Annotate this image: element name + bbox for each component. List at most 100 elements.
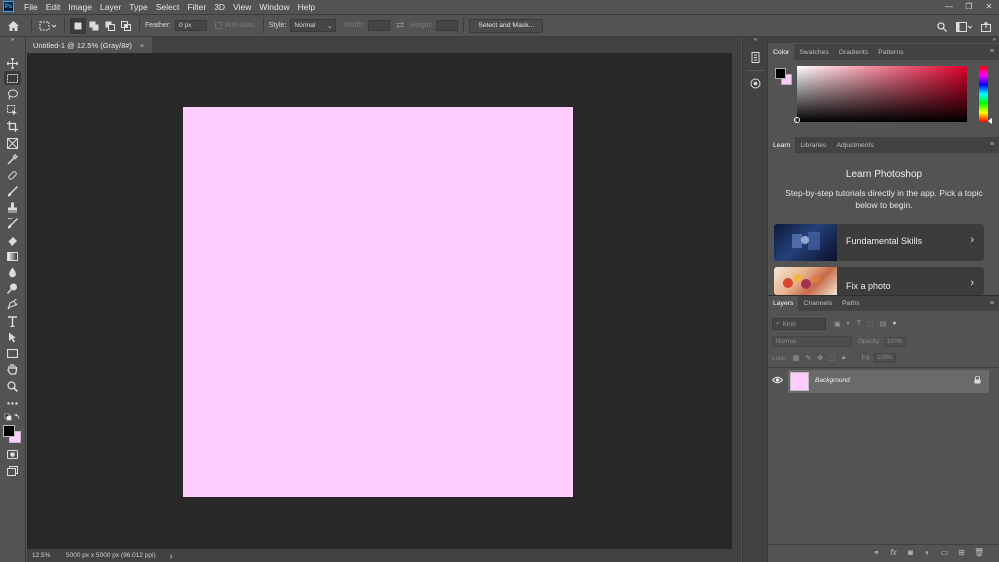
- filter-toggle-icon[interactable]: ●: [892, 320, 896, 328]
- subtract-selection-icon[interactable]: [102, 18, 118, 34]
- hue-slider-handle[interactable]: [988, 118, 992, 124]
- type-tool-icon[interactable]: [4, 314, 21, 328]
- filter-shape-icon[interactable]: ⬚: [867, 320, 874, 328]
- eyedropper-tool-icon[interactable]: [4, 152, 21, 166]
- hue-slider[interactable]: [979, 66, 992, 124]
- collapse-strip-icon[interactable]: «: [745, 37, 766, 43]
- menu-window[interactable]: Window: [255, 2, 293, 12]
- tab-channels[interactable]: Channels: [798, 296, 837, 312]
- layer-kind-filter[interactable]: ⌕ Kind: [772, 318, 826, 330]
- search-icon[interactable]: [935, 19, 949, 35]
- delete-layer-icon[interactable]: 🗑︎: [974, 548, 984, 557]
- feather-input[interactable]: 0 px: [175, 20, 208, 31]
- filter-type-icon[interactable]: T: [857, 320, 861, 328]
- style-select[interactable]: Normal ⌄: [290, 19, 337, 32]
- collapse-panels-icon[interactable]: »: [768, 37, 999, 43]
- foreground-color-swatch[interactable]: [3, 425, 15, 437]
- tab-gradients[interactable]: Gradients: [834, 44, 873, 60]
- default-colors-icon[interactable]: [4, 413, 21, 421]
- filter-adjustment-icon[interactable]: ◐: [847, 320, 851, 328]
- share-icon[interactable]: [979, 19, 993, 35]
- collapse-toolbar-icon[interactable]: »: [4, 37, 21, 43]
- new-layer-icon[interactable]: ⊞: [957, 548, 966, 557]
- panel-menu-icon[interactable]: ≡: [990, 48, 997, 55]
- tab-layers[interactable]: Layers: [768, 295, 799, 312]
- canvas-workspace[interactable]: [27, 53, 732, 549]
- width-input[interactable]: [368, 20, 391, 31]
- learn-card-fundamental-skills[interactable]: Fundamental Skills ›: [774, 224, 984, 261]
- menu-type[interactable]: Type: [125, 2, 151, 12]
- tab-paths[interactable]: Paths: [837, 296, 864, 312]
- frame-tool-icon[interactable]: [4, 136, 21, 150]
- document-tab[interactable]: Untitled-1 @ 12.5% (Gray/8#) ×: [27, 37, 153, 53]
- intersect-selection-icon[interactable]: [118, 18, 134, 34]
- path-selection-tool-icon[interactable]: [4, 330, 21, 344]
- menu-select[interactable]: Select: [152, 2, 184, 12]
- properties-panel-icon[interactable]: [747, 75, 764, 92]
- swap-dimensions-icon[interactable]: ⇄: [390, 18, 410, 34]
- menu-help[interactable]: Help: [294, 2, 319, 12]
- crop-tool-icon[interactable]: [4, 119, 21, 133]
- status-menu-arrow-icon[interactable]: ›: [170, 551, 173, 561]
- zoom-tool-icon[interactable]: [4, 379, 21, 393]
- add-layer-style-icon[interactable]: fx: [889, 548, 898, 557]
- new-adjustment-layer-icon[interactable]: ◐: [923, 548, 932, 557]
- workspace-icon[interactable]: [955, 19, 973, 35]
- antialias-checkbox[interactable]: [215, 22, 223, 29]
- menu-layer[interactable]: Layer: [96, 2, 125, 12]
- object-selection-tool-icon[interactable]: [4, 103, 21, 117]
- gradient-tool-icon[interactable]: [4, 249, 21, 263]
- lock-all-icon[interactable]: 🔒︎: [842, 354, 846, 362]
- rectangular-marquee-tool-icon[interactable]: [4, 71, 21, 85]
- select-and-mask-button[interactable]: Select and Mask...: [469, 18, 544, 33]
- color-picker-handle[interactable]: [794, 117, 800, 123]
- add-mask-icon[interactable]: ◙: [906, 548, 915, 557]
- tab-swatches[interactable]: Swatches: [794, 44, 833, 60]
- menu-filter[interactable]: Filter: [183, 2, 210, 12]
- vertical-scrollbar[interactable]: [732, 53, 741, 549]
- filter-pixel-icon[interactable]: ▣: [834, 320, 841, 328]
- height-input[interactable]: [436, 20, 459, 31]
- more-tools-icon[interactable]: [4, 396, 21, 410]
- dodge-tool-icon[interactable]: [4, 281, 21, 295]
- lock-position-icon[interactable]: ✥: [817, 354, 823, 362]
- healing-brush-tool-icon[interactable]: [4, 168, 21, 182]
- screen-mode-icon[interactable]: [4, 464, 21, 478]
- menu-3d[interactable]: 3D: [210, 2, 229, 12]
- blur-tool-icon[interactable]: [4, 265, 21, 279]
- minimize-icon[interactable]: —: [939, 0, 959, 13]
- add-selection-icon[interactable]: [86, 18, 102, 34]
- layer-row-background[interactable]: Background: [788, 370, 989, 393]
- marquee-preset-icon[interactable]: [37, 18, 59, 34]
- move-tool-icon[interactable]: [4, 56, 21, 70]
- color-field[interactable]: [794, 66, 967, 123]
- menu-view[interactable]: View: [229, 2, 255, 12]
- hand-tool-icon[interactable]: [4, 362, 21, 376]
- new-selection-icon[interactable]: [70, 17, 86, 34]
- lasso-tool-icon[interactable]: [4, 87, 21, 101]
- tab-patterns[interactable]: Patterns: [873, 44, 908, 60]
- clone-stamp-tool-icon[interactable]: [4, 200, 21, 214]
- tab-libraries[interactable]: Libraries: [795, 137, 831, 153]
- filter-smart-object-icon[interactable]: ▤: [880, 320, 887, 328]
- restore-icon[interactable]: ❐: [959, 0, 979, 13]
- tab-color[interactable]: Color: [768, 44, 795, 60]
- link-layers-icon[interactable]: ⚭: [872, 548, 881, 557]
- tab-learn[interactable]: Learn: [768, 137, 796, 153]
- menu-edit[interactable]: Edit: [42, 2, 65, 12]
- panel-menu-icon[interactable]: ≡: [990, 141, 997, 148]
- menu-image[interactable]: Image: [64, 2, 96, 12]
- brush-tool-icon[interactable]: [4, 184, 21, 198]
- document-canvas[interactable]: [183, 107, 573, 497]
- tab-adjustments[interactable]: Adjustments: [831, 137, 878, 153]
- eraser-tool-icon[interactable]: [4, 233, 21, 247]
- zoom-level[interactable]: 12.5%: [32, 552, 62, 559]
- quick-mask-icon[interactable]: [4, 447, 21, 461]
- blend-mode-select[interactable]: Normal: [772, 336, 852, 347]
- menu-file[interactable]: File: [20, 2, 42, 12]
- new-group-icon[interactable]: ▭: [940, 548, 949, 557]
- lock-transparent-icon[interactable]: ▦: [793, 354, 800, 362]
- lock-image-icon[interactable]: ✎: [805, 354, 811, 362]
- panel-menu-icon[interactable]: ≡: [990, 300, 997, 307]
- layer-lock-icon[interactable]: [974, 376, 981, 384]
